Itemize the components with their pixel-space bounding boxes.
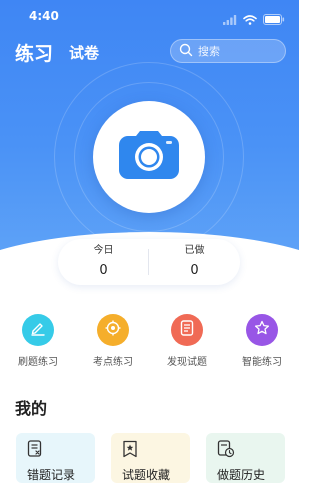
stat-done-label: 已做 [184, 245, 205, 256]
camera-button[interactable] [93, 101, 205, 213]
search-bar[interactable]: 搜索 [170, 39, 286, 63]
stat-done: 已做 0 [149, 244, 240, 279]
stat-today: 今日 0 [58, 244, 149, 279]
bookmark-star-icon [122, 440, 138, 462]
stat-done-value: 0 [190, 263, 199, 278]
stat-today-label: 今日 [93, 245, 114, 256]
error-list-icon [27, 440, 43, 462]
feature-label: 发现试题 [167, 357, 207, 368]
feature-label: 智能练习 [242, 357, 282, 368]
status-bar: 4:40 [0, 0, 299, 32]
history-icon [217, 440, 235, 462]
wifi-icon [243, 10, 257, 29]
feature-point-circle [97, 314, 129, 346]
mine-label: 做题历史 [217, 468, 266, 482]
signal-icon [223, 10, 237, 29]
feature-brush-practice[interactable]: 刷题练习 [8, 314, 68, 368]
target-icon [105, 320, 121, 340]
feature-point-practice[interactable]: 考点练习 [83, 314, 143, 368]
status-icons [223, 10, 285, 29]
feature-brush-circle [22, 314, 54, 346]
battery-icon [263, 10, 285, 29]
feature-smart-circle [246, 314, 278, 346]
stats-card: 今日 0 已做 0 [58, 239, 240, 285]
document-icon [180, 320, 194, 340]
search-icon [179, 42, 193, 61]
feature-label: 考点练习 [93, 357, 133, 368]
feature-discover-questions[interactable]: 发现试题 [157, 314, 217, 368]
tab-practice[interactable]: 练习 [15, 39, 53, 66]
section-title-mine: 我的 [15, 399, 48, 418]
feature-smart-practice[interactable]: 智能练习 [232, 314, 292, 368]
tab-exam[interactable]: 试卷 [69, 42, 99, 63]
status-time: 4:40 [29, 9, 59, 23]
mine-question-favorites[interactable]: 试题收藏 [111, 433, 190, 483]
mine-label: 错题记录 [27, 468, 76, 482]
stat-today-value: 0 [99, 263, 108, 278]
mine-wrong-record[interactable]: 错题记录 [16, 433, 95, 483]
mine-practice-history[interactable]: 做题历史 [206, 433, 285, 483]
feature-label: 刷题练习 [18, 357, 58, 368]
star-icon [254, 320, 270, 340]
search-placeholder: 搜索 [198, 45, 220, 58]
camera-icon [118, 130, 180, 184]
feature-discover-circle [171, 314, 203, 346]
pencil-icon [30, 320, 46, 340]
mine-label: 试题收藏 [122, 468, 171, 482]
